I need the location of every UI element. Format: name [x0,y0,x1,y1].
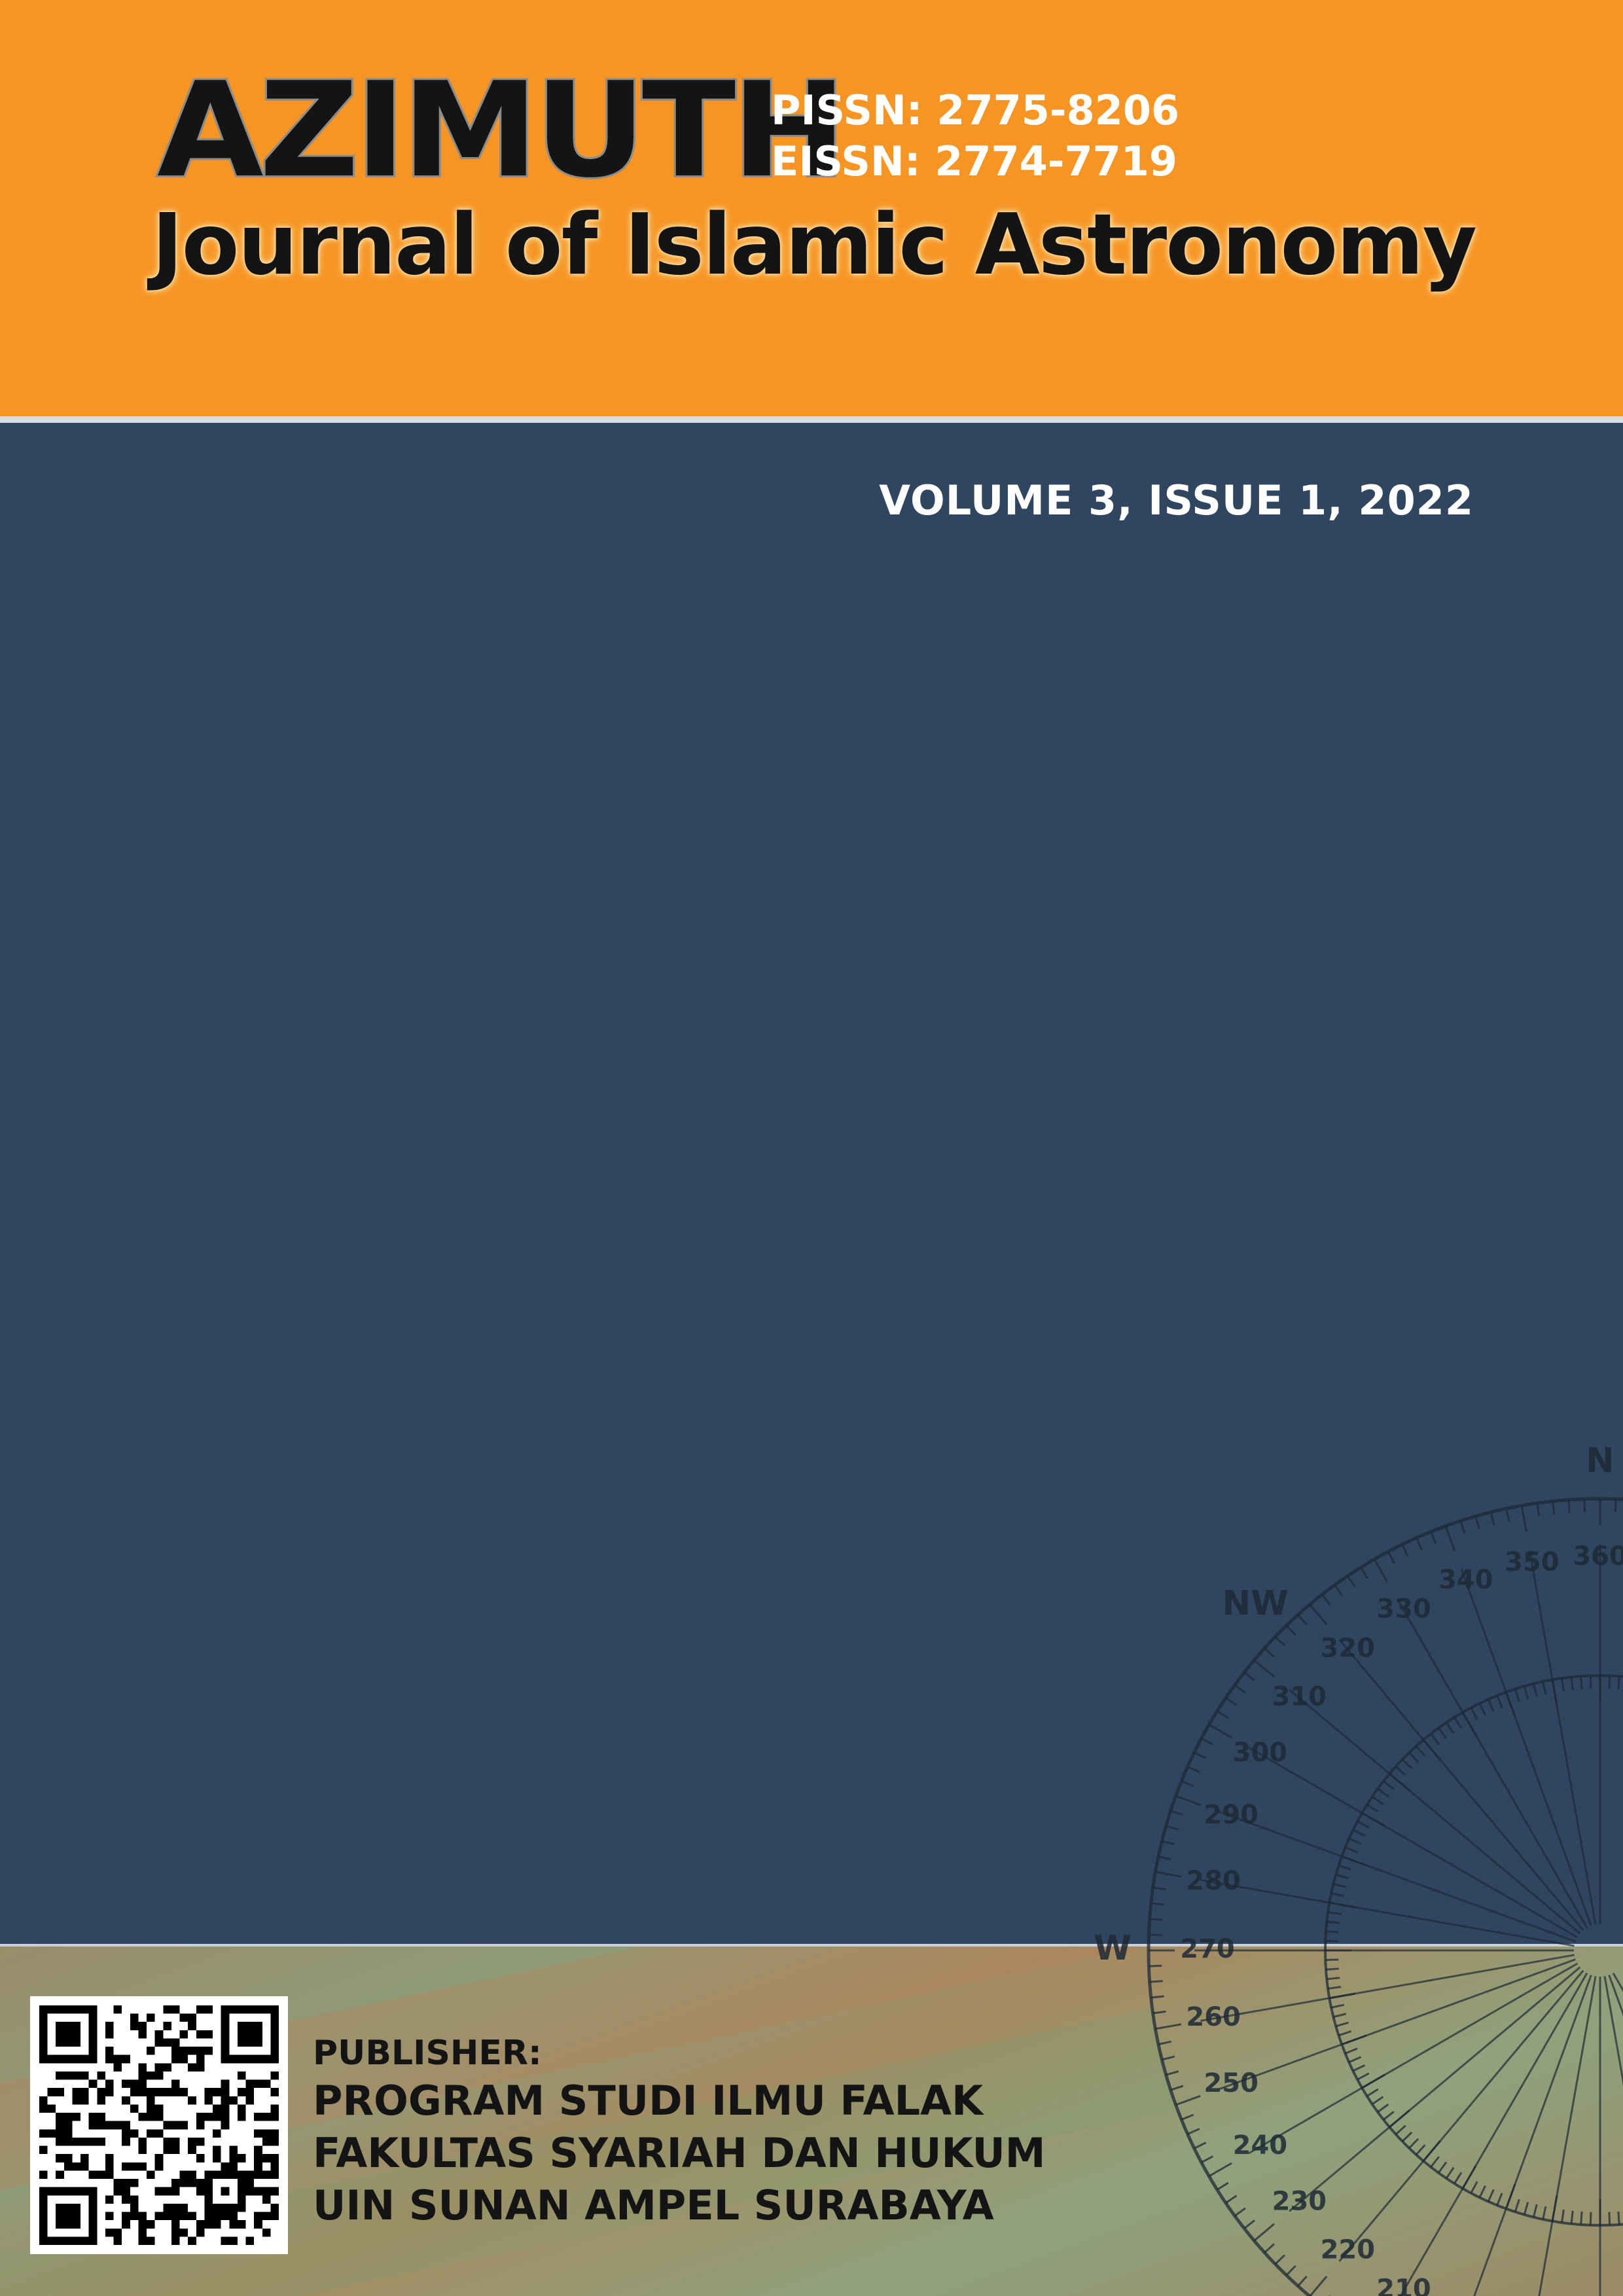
header-divider [0,416,1623,423]
compass-degree-label: 360 [1573,1541,1623,1571]
compass-degree-label: 350 [1505,1547,1560,1577]
compass-degree-label: 260 [1186,2002,1241,2032]
pissn: PISSN: 2775-8206 [771,86,1180,134]
compass-degree-label: 320 [1321,1633,1376,1663]
issn-block: PISSN: 2775-8206 EISSN: 2774-7719 [771,85,1179,187]
publisher-block: PUBLISHER: PROGRAM STUDI ILMU FALAK FAKU… [313,2032,1045,2232]
compass-degree-label: 310 [1272,1681,1327,1712]
eissn: EISSN: 2774-7719 [771,137,1178,185]
publisher-line: UIN SUNAN AMPEL SURABAYA [313,2181,994,2229]
compass-degree-label: 270 [1180,1934,1235,1964]
compass-degree-label: 290 [1204,1800,1258,1830]
journal-brand: AZIMUTH [155,54,849,207]
compass-degree-label: 340 [1438,1565,1493,1595]
compass-direction-label: N [1586,1441,1614,1480]
journal-subtitle: Journal of Islamic Astronomy [152,196,1477,294]
compass-degree-label: 280 [1186,1866,1241,1896]
compass-degree-label: 210 [1376,2274,1431,2296]
publisher-line: PROGRAM STUDI ILMU FALAK [313,2077,984,2125]
compass-degree-label: 250 [1204,2068,1258,2098]
compass-degree-label: 300 [1233,1738,1288,1768]
compass-degree-label: 240 [1233,2130,1288,2161]
compass-graphic: 360 350 340 330 320 310 300 290 280 270 260 250 240 2… [1060,1394,1623,2296]
qr-code[interactable] [30,1996,288,2254]
qr-code-pattern [39,2005,279,2245]
compass-degree-label: 220 [1321,2235,1376,2265]
publisher-label: PUBLISHER: [313,2034,542,2073]
compass-degree-label: 230 [1272,2187,1327,2217]
compass-degree-label: 330 [1376,1594,1431,1624]
compass-direction-label: W [1094,1929,1131,1968]
volume-issue: VOLUME 3, ISSUE 1, 2022 [879,476,1474,524]
compass-direction-label: NW [1222,1584,1289,1623]
publisher-line: FAKULTAS SYARIAH DAN HUKUM [313,2129,1046,2177]
